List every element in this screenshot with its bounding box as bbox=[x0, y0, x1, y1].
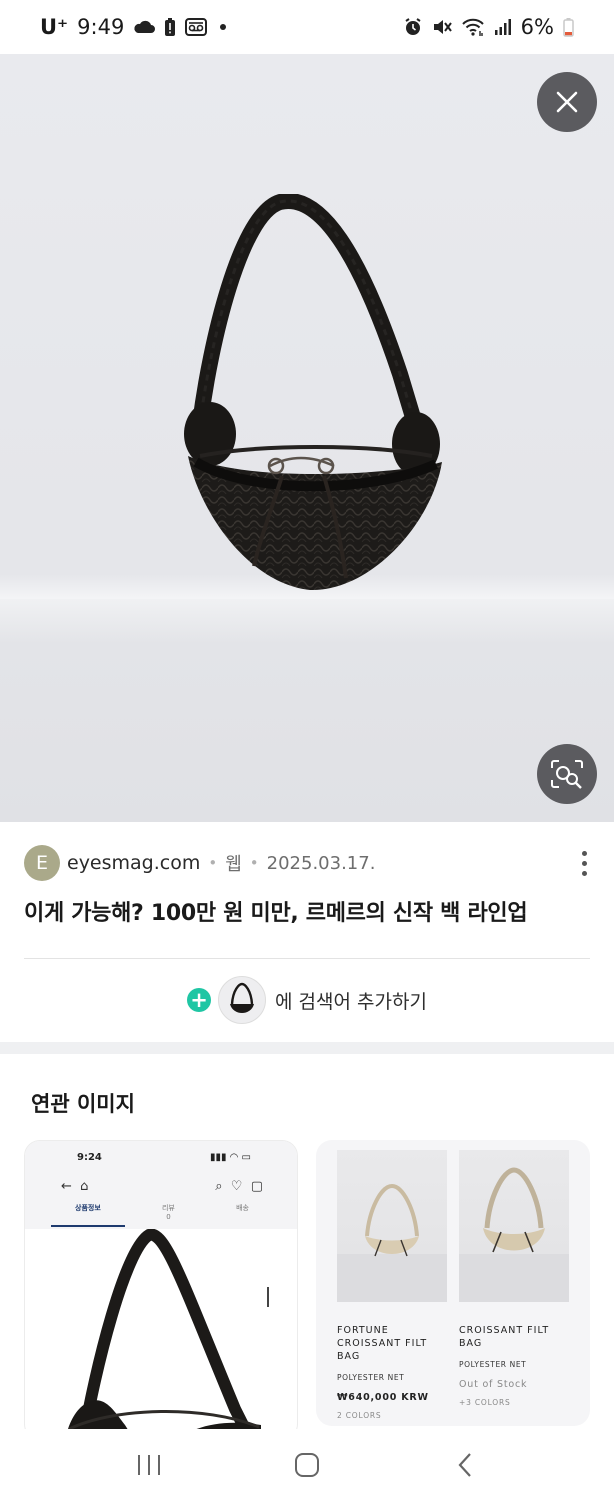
add-to-search-button[interactable]: + 에 검색어 추가하기 bbox=[0, 974, 614, 1026]
source-row[interactable]: E eyesmag.com • 웹 • 2025.03.17. bbox=[24, 844, 594, 882]
status-bar: U⁺ 9:49 6% bbox=[0, 0, 614, 54]
query-thumbnail bbox=[218, 976, 267, 1024]
product-name: CROISSANT FILT BAG bbox=[459, 1325, 550, 1349]
source-domain[interactable]: eyesmag.com bbox=[67, 852, 200, 874]
divider bbox=[24, 958, 590, 959]
product-stock-status: Out of Stock bbox=[459, 1379, 528, 1390]
image-viewer[interactable] bbox=[0, 54, 614, 822]
battery-percent: 6% bbox=[520, 15, 554, 39]
product-price: ₩640,000 KRW bbox=[337, 1392, 429, 1403]
image-search-button[interactable] bbox=[537, 744, 597, 804]
system-nav-bar bbox=[0, 1429, 614, 1500]
recents-button[interactable] bbox=[119, 1440, 179, 1490]
mini-time: 9:24 bbox=[77, 1152, 102, 1163]
battery-low-icon bbox=[563, 17, 574, 37]
mini-action-icons: ⌕ ♡ ▢ bbox=[215, 1179, 263, 1194]
image-search-icon bbox=[551, 760, 583, 789]
image-floor bbox=[0, 599, 614, 822]
mini-tab-review: 리뷰 bbox=[161, 1204, 175, 1212]
product-colors: 2 COLORS bbox=[337, 1411, 382, 1420]
mute-icon bbox=[432, 17, 452, 37]
product-material: POLYESTER NET bbox=[459, 1360, 527, 1369]
product-image bbox=[459, 1150, 569, 1302]
carrier-label: U⁺ bbox=[40, 15, 69, 39]
home-button[interactable] bbox=[277, 1440, 337, 1490]
source-date: 2025.03.17. bbox=[266, 852, 376, 874]
product-colors: +3 COLORS bbox=[459, 1398, 511, 1407]
mini-back-home-icons: ← ⌂ bbox=[61, 1179, 89, 1194]
cloud-icon bbox=[133, 20, 156, 34]
add-to-search-label: 에 검색어 추가하기 bbox=[275, 990, 427, 1013]
site-favicon: E bbox=[24, 845, 60, 881]
back-icon bbox=[458, 1452, 471, 1477]
recents-icon bbox=[138, 1454, 160, 1475]
battery-alert-icon bbox=[164, 17, 176, 37]
mini-review-count: 0 bbox=[166, 1213, 171, 1221]
source-type: 웹 bbox=[225, 854, 242, 875]
separator: • bbox=[249, 854, 259, 872]
source-panel: E eyesmag.com • 웹 • 2025.03.17. 이게 가능해? … bbox=[0, 822, 614, 1042]
product-material: POLYESTER NET bbox=[337, 1373, 405, 1382]
signal-icon bbox=[494, 18, 512, 36]
mini-status-icons: ▮▮▮ ◠ ▭ bbox=[209, 1152, 251, 1163]
product-item: CROISSANT FILT BAG POLYESTER NET Out of … bbox=[459, 1150, 569, 1407]
product-item: FORTUNE CROISSANT FILT BAG POLYESTER NET… bbox=[337, 1150, 447, 1420]
mini-tab-shipping: 배송 bbox=[236, 1204, 249, 1212]
wifi-icon bbox=[461, 17, 485, 37]
bag-image bbox=[184, 194, 442, 591]
plus-icon: + bbox=[187, 988, 212, 1012]
status-bar-left: U⁺ 9:49 bbox=[40, 15, 227, 39]
notification-dot bbox=[220, 24, 227, 30]
status-bar-right: 6% bbox=[403, 15, 574, 39]
more-vert-icon[interactable] bbox=[574, 850, 594, 876]
related-image-card[interactable]: 9:24 ▮▮▮ ◠ ▭ ← ⌂ ⌕ ♡ ▢ 상품정보 리뷰 0 배송 bbox=[24, 1140, 298, 1429]
clock: 9:49 bbox=[77, 15, 125, 39]
back-button[interactable] bbox=[435, 1440, 495, 1490]
source-title[interactable]: 이게 가능해? 100만 원 미만, 르메르의 신작 백 라인업 bbox=[24, 895, 594, 927]
mini-tab-product: 상품정보 bbox=[75, 1204, 101, 1212]
separator: • bbox=[208, 854, 218, 872]
product-image bbox=[337, 1150, 447, 1302]
close-icon bbox=[556, 91, 578, 113]
section-separator bbox=[0, 1042, 614, 1054]
related-images-section: 연관 이미지 9:24 ▮▮▮ ◠ ▭ ← ⌂ ⌕ ♡ ▢ 상품정보 리뷰 0 배… bbox=[0, 1054, 614, 1429]
voicemail-icon bbox=[185, 18, 208, 36]
related-images-title: 연관 이미지 bbox=[31, 1092, 135, 1116]
related-image-card[interactable]: FORTUNE CROISSANT FILT BAG POLYESTER NET… bbox=[316, 1140, 590, 1426]
related-bag-image bbox=[68, 1229, 261, 1429]
close-button[interactable] bbox=[537, 72, 597, 132]
product-name: FORTUNE CROISSANT FILT BAG bbox=[337, 1325, 428, 1362]
alarm-icon bbox=[403, 17, 423, 37]
home-icon bbox=[295, 1452, 319, 1477]
